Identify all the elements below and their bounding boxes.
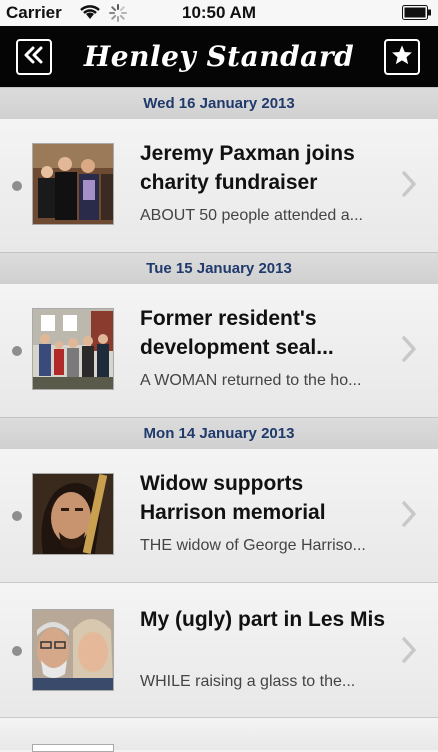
article-snippet: THE widow of George Harriso... — [140, 537, 366, 554]
section-header-date: Tue 15 January 2013 — [0, 252, 438, 285]
article-row[interactable]: Former resident's development seal... A … — [0, 284, 438, 418]
status-bar: Carrier 10:50 AM — [0, 0, 438, 26]
chevron-right-icon — [402, 171, 416, 202]
article-snippet: A WOMAN returned to the ho... — [140, 372, 362, 389]
chevron-right-icon — [402, 637, 416, 668]
section-header-date: Mon 14 January 2013 — [0, 417, 438, 450]
chevron-right-icon — [402, 501, 416, 532]
chevron-right-icon — [402, 336, 416, 367]
battery-icon — [402, 5, 432, 25]
unread-dot-icon — [12, 346, 22, 356]
article-title: Jeremy Paxman joins charity fundraiser — [140, 142, 355, 194]
unread-dot-icon — [12, 646, 22, 656]
article-row[interactable]: Jeremy Paxman joins charity fundraiser A… — [0, 119, 438, 253]
article-title: Former resident's development seal... — [140, 307, 334, 359]
unread-dot-icon — [12, 511, 22, 521]
favorites-button[interactable] — [384, 39, 420, 75]
section-header-date: Wed 16 January 2013 — [0, 87, 438, 120]
article-title: My (ugly) part in Les Mis — [140, 608, 386, 631]
article-thumbnail — [32, 744, 114, 752]
article-thumbnail — [32, 473, 114, 555]
article-row[interactable] — [0, 718, 438, 752]
article-row[interactable]: Widow supports Harrison memorial THE wid… — [0, 449, 438, 583]
article-snippet: ABOUT 50 people attended a... — [140, 207, 363, 224]
article-thumbnail — [32, 143, 114, 225]
article-snippet: WHILE raising a glass to the... — [140, 673, 356, 690]
article-thumbnail — [32, 308, 114, 390]
article-row[interactable]: My (ugly) part in Les Mis WHILE raising … — [0, 583, 438, 718]
navigation-bar: Henley Standard — [0, 26, 438, 88]
clock: 10:50 AM — [181, 3, 256, 22]
unread-dot-icon — [12, 181, 22, 191]
star-icon — [391, 44, 413, 71]
article-title: Widow supports Harrison memorial — [140, 472, 326, 524]
article-thumbnail — [32, 609, 114, 691]
app-title: Henley Standard — [83, 40, 355, 73]
